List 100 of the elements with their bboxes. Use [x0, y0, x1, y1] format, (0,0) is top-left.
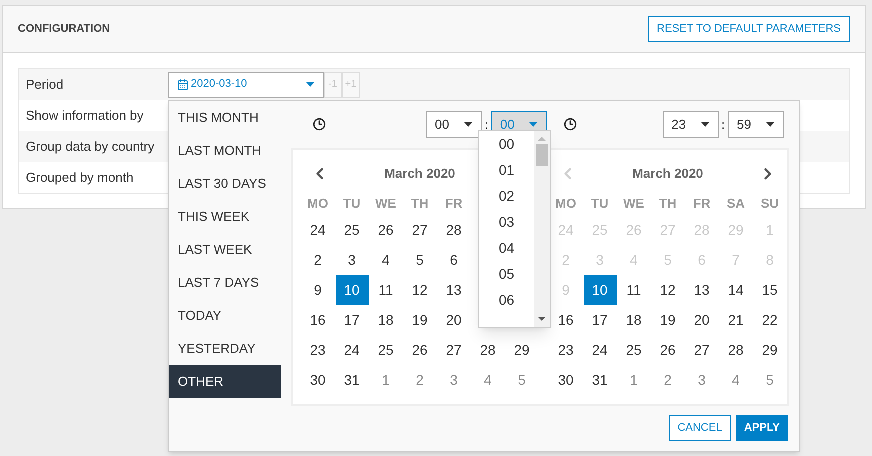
preset-item[interactable]: OTHER: [169, 365, 281, 398]
calendar-day[interactable]: 16: [302, 305, 334, 335]
preset-item[interactable]: THIS WEEK: [169, 200, 281, 233]
calendar-day[interactable]: 31: [336, 365, 368, 395]
calendar-day[interactable]: 5: [754, 365, 786, 395]
dropdown-option[interactable]: 06: [479, 287, 534, 313]
time-select[interactable]: 23: [662, 111, 719, 138]
caret-icon: [700, 122, 710, 127]
calendar-day[interactable]: 26: [404, 335, 436, 365]
preset-item[interactable]: THIS MONTH: [169, 101, 281, 134]
calendar-day[interactable]: 19: [652, 305, 684, 335]
calendar-day[interactable]: 29: [506, 335, 538, 365]
calendar-day[interactable]: 27: [404, 215, 436, 245]
scrollbar[interactable]: [534, 131, 550, 327]
calendar-day[interactable]: 3: [438, 365, 470, 395]
time-separator: :: [722, 116, 725, 134]
calendar-day[interactable]: 27: [686, 335, 718, 365]
weekday-label: SA: [726, 195, 746, 214]
calendar-day[interactable]: 4: [370, 245, 402, 275]
calendar-day[interactable]: 23: [550, 335, 582, 365]
calendar-day[interactable]: 11: [618, 275, 650, 305]
calendar-day[interactable]: 24: [584, 335, 616, 365]
scroll-down-icon[interactable]: [538, 317, 546, 321]
cancel-button[interactable]: CANCEL: [668, 415, 732, 441]
calendar-day[interactable]: 20: [686, 305, 718, 335]
time-select[interactable]: 59: [728, 111, 784, 138]
calendar-day[interactable]: 3: [686, 365, 718, 395]
calendar-day[interactable]: 23: [302, 335, 334, 365]
calendar-day[interactable]: 18: [370, 305, 402, 335]
calendar-day[interactable]: 11: [370, 275, 402, 305]
calendar-day[interactable]: 10: [336, 275, 368, 305]
clock-icon: [564, 118, 578, 131]
calendar-day[interactable]: 25: [370, 335, 402, 365]
calendar-day[interactable]: 5: [404, 245, 436, 275]
calendar-day[interactable]: 1: [618, 365, 650, 395]
calendar-day[interactable]: 30: [550, 365, 582, 395]
calendar-day[interactable]: 12: [652, 275, 684, 305]
calendar-day[interactable]: 24: [302, 215, 334, 245]
preset-item[interactable]: LAST MONTH: [169, 134, 281, 167]
calendar-day[interactable]: 25: [336, 215, 368, 245]
calendar-day[interactable]: 9: [302, 275, 334, 305]
calendar-day[interactable]: 6: [438, 245, 470, 275]
apply-button[interactable]: APPLY: [736, 415, 788, 441]
calendar-day[interactable]: 28: [472, 335, 504, 365]
preset-item[interactable]: LAST WEEK: [169, 233, 281, 266]
calendar-day[interactable]: 13: [438, 275, 470, 305]
calendar-day[interactable]: 2: [652, 365, 684, 395]
preset-item[interactable]: YESTERDAY: [169, 332, 281, 365]
calendar-day[interactable]: 5: [506, 365, 538, 395]
weekday-label: TU: [342, 195, 362, 214]
calendar-day[interactable]: 17: [584, 305, 616, 335]
calendar-day[interactable]: 26: [370, 215, 402, 245]
setting-label: Period: [25, 76, 65, 94]
time-select[interactable]: 00: [426, 111, 482, 138]
calendar-day[interactable]: 18: [618, 305, 650, 335]
time-separator: :: [485, 116, 488, 134]
calendar-day[interactable]: 28: [438, 215, 470, 245]
scroll-thumb[interactable]: [536, 144, 548, 166]
calendar-day[interactable]: 10: [584, 275, 616, 305]
dropdown-option[interactable]: 05: [479, 261, 534, 287]
calendar-day[interactable]: 22: [754, 305, 786, 335]
weekday-label: WE: [622, 195, 646, 214]
calendar-day[interactable]: 3: [336, 245, 368, 275]
calendar-day[interactable]: 19: [404, 305, 436, 335]
weekday-label: FR: [692, 195, 712, 214]
calendar-day[interactable]: 17: [336, 305, 368, 335]
reset-button[interactable]: RESET TO DEFAULT PARAMETERS: [648, 16, 850, 42]
calendar-day[interactable]: 21: [720, 305, 752, 335]
caret-icon: [529, 122, 538, 127]
calendar-day[interactable]: 2: [404, 365, 436, 395]
calendar-day[interactable]: 24: [336, 335, 368, 365]
dropdown-option[interactable]: 04: [479, 235, 534, 261]
calendar-day[interactable]: 27: [438, 335, 470, 365]
caret-icon: [306, 82, 315, 87]
calendar-day[interactable]: 2: [302, 245, 334, 275]
preset-item[interactable]: TODAY: [169, 299, 281, 332]
calendar-day[interactable]: 4: [472, 365, 504, 395]
calendar-day[interactable]: 25: [618, 335, 650, 365]
calendar-day[interactable]: 4: [720, 365, 752, 395]
calendar-day[interactable]: 30: [302, 365, 334, 395]
calendar-day[interactable]: 31: [584, 365, 616, 395]
setting-label: Grouped by month: [25, 168, 135, 187]
calendar-day[interactable]: 13: [686, 275, 718, 305]
date-select[interactable]: 2020-03-10: [168, 72, 324, 98]
dropdown-option[interactable]: 02: [479, 183, 534, 209]
calendar-day[interactable]: 16: [550, 305, 582, 335]
calendar-day[interactable]: 29: [754, 335, 786, 365]
calendar-day[interactable]: 15: [754, 275, 786, 305]
calendar-day[interactable]: 14: [720, 275, 752, 305]
calendar-day[interactable]: 20: [438, 305, 470, 335]
preset-item[interactable]: LAST 30 DAYS: [169, 167, 281, 200]
preset-item[interactable]: LAST 7 DAYS: [169, 266, 281, 299]
calendar-day[interactable]: 28: [720, 335, 752, 365]
weekday-label: WE: [374, 195, 398, 214]
caret-icon: [464, 122, 473, 127]
calendar-day[interactable]: 26: [652, 335, 684, 365]
calendar-day[interactable]: 12: [404, 275, 436, 305]
dropdown-option[interactable]: 01: [479, 157, 534, 183]
dropdown-option[interactable]: 03: [479, 209, 534, 235]
calendar-day[interactable]: 1: [370, 365, 402, 395]
